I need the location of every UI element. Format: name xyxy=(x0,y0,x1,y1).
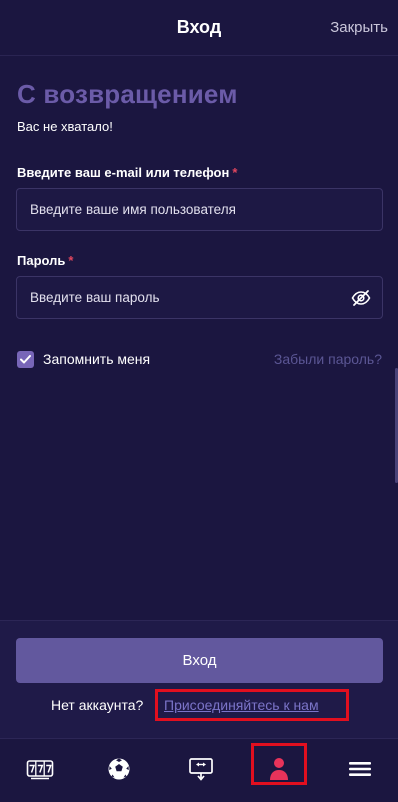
password-input[interactable] xyxy=(17,277,382,318)
required-mark: * xyxy=(232,165,238,180)
nav-menu[interactable] xyxy=(330,739,390,802)
forgot-password-link[interactable]: Забыли пароль? xyxy=(274,351,382,367)
join-link[interactable]: Присоединяйтесь к нам xyxy=(164,697,319,713)
soccer-ball-icon xyxy=(107,757,131,786)
eye-off-icon[interactable] xyxy=(351,289,371,307)
close-button[interactable]: Закрыть xyxy=(330,19,388,36)
remember-me-label: Запомнить меня xyxy=(43,351,151,367)
nav-slots[interactable] xyxy=(10,739,70,802)
email-input[interactable] xyxy=(17,189,382,230)
welcome-subtitle: Вас не хватало! xyxy=(17,119,113,134)
menu-icon xyxy=(348,760,372,783)
nav-sports[interactable] xyxy=(89,739,149,802)
bottom-nav xyxy=(0,738,398,802)
email-label-text: Введите ваш e-mail или телефон xyxy=(17,165,230,180)
nav-live-casino[interactable] xyxy=(171,739,231,802)
slots-icon xyxy=(26,758,54,785)
password-label-text: Пароль xyxy=(17,253,66,268)
password-field[interactable] xyxy=(16,276,383,319)
email-field[interactable] xyxy=(16,188,383,231)
top-bar: Вход Закрыть xyxy=(0,0,398,56)
live-casino-icon xyxy=(188,756,214,787)
welcome-heading: С возвращением xyxy=(17,79,238,109)
password-label: Пароль * xyxy=(17,253,73,268)
login-button[interactable]: Вход xyxy=(16,638,383,683)
no-account-text: Нет аккаунта? xyxy=(51,697,144,713)
required-mark: * xyxy=(68,253,74,268)
profile-highlight xyxy=(251,743,307,785)
login-form-area xyxy=(0,57,398,620)
remember-me-checkbox[interactable]: Запомнить меня xyxy=(17,349,150,369)
email-label: Введите ваш e-mail или телефон * xyxy=(17,165,237,180)
checkbox-checked-icon[interactable] xyxy=(17,350,34,368)
